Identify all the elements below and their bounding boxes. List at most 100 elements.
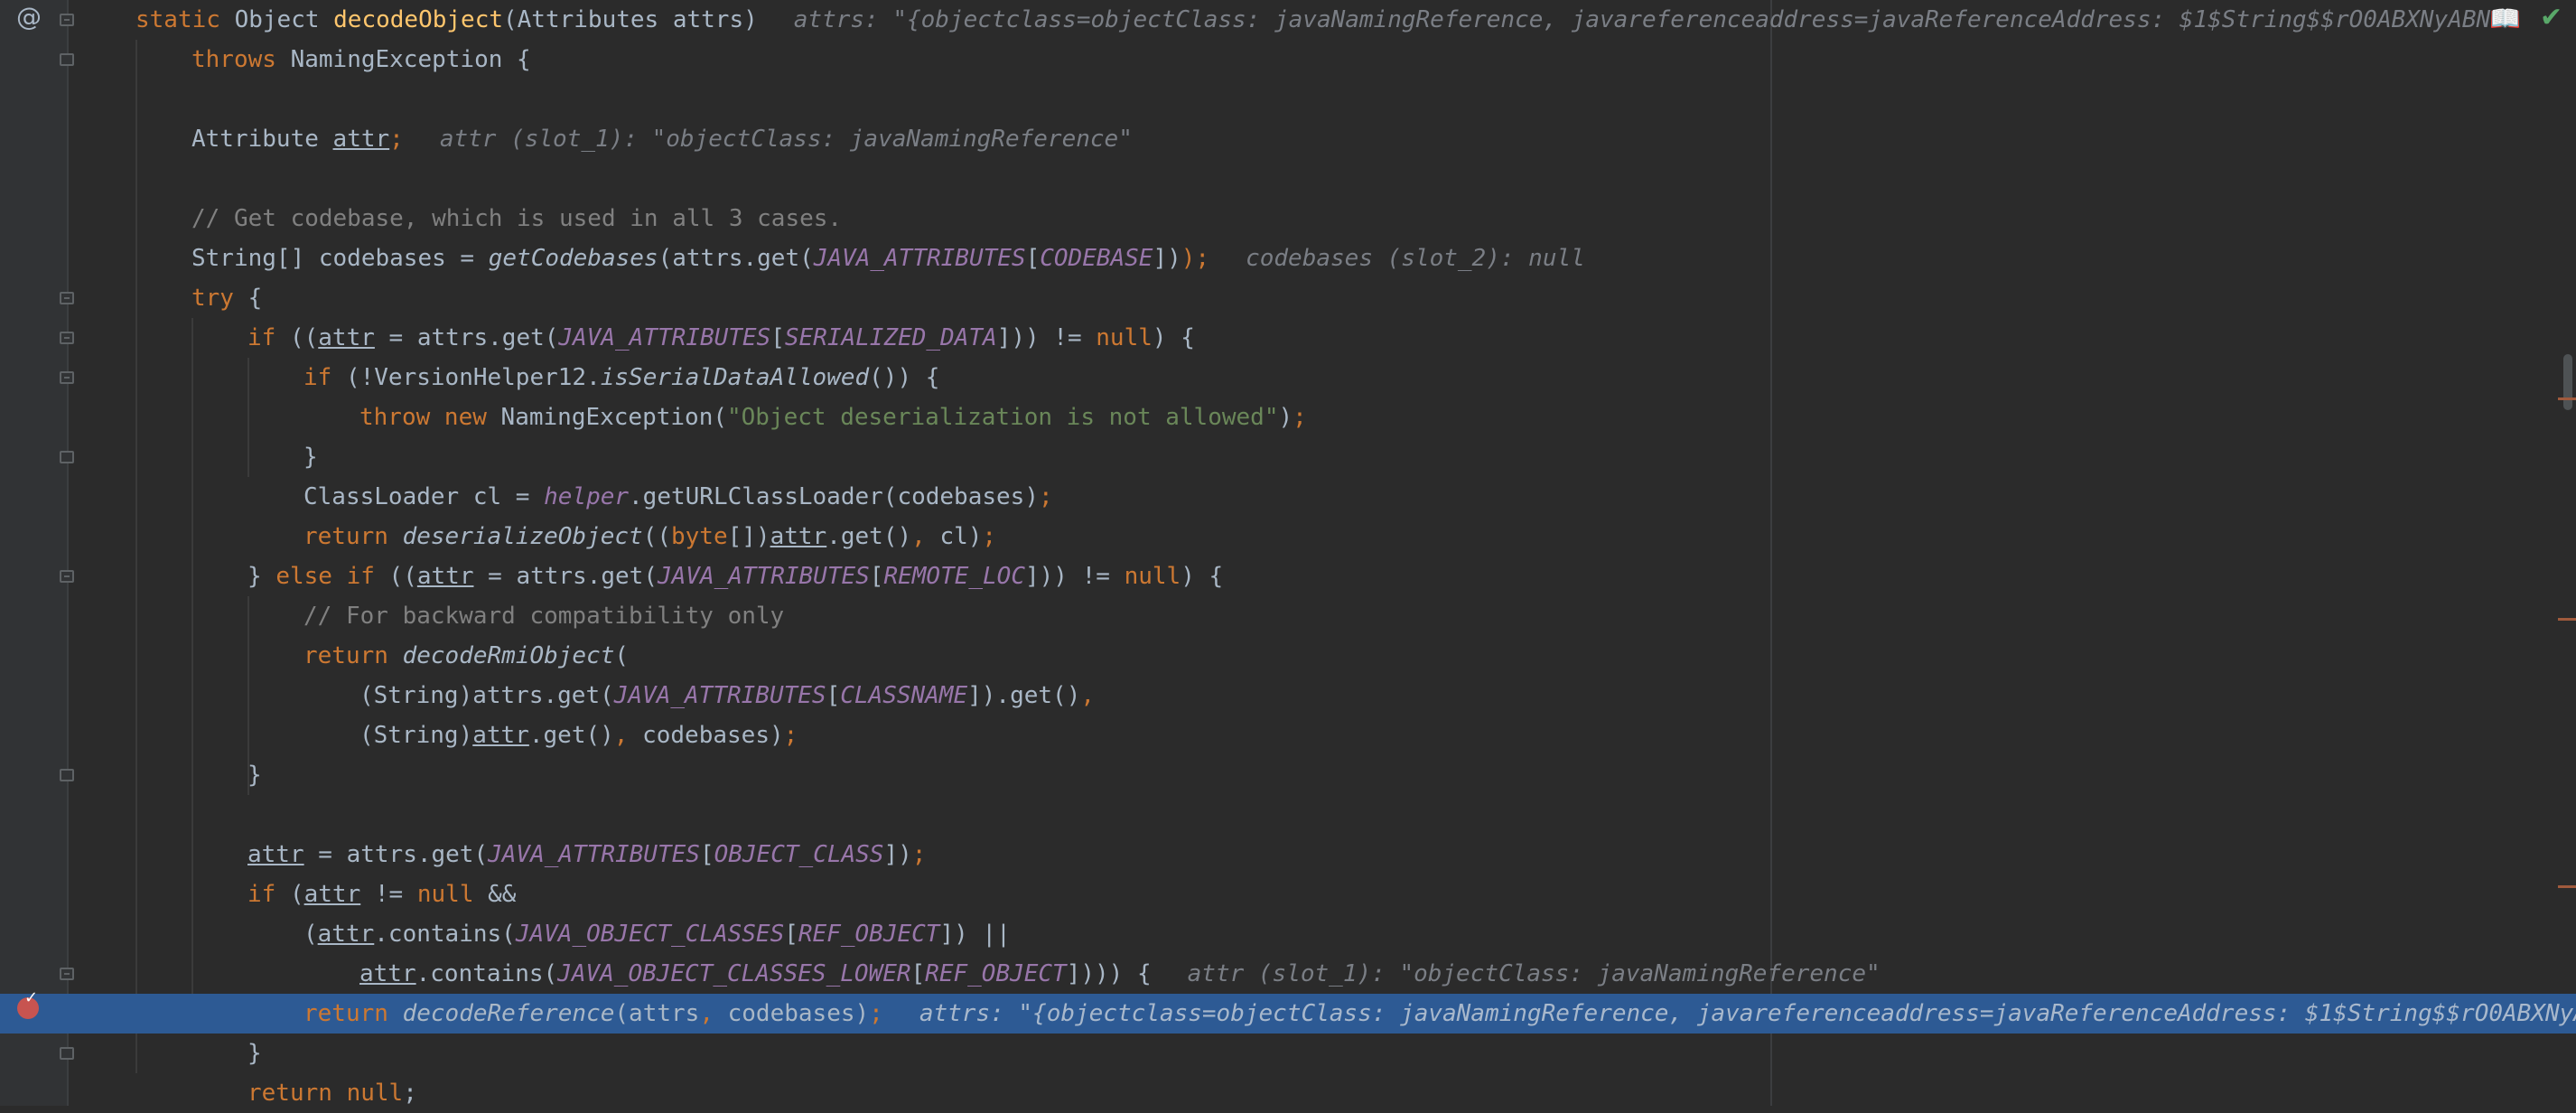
token: REMOTE_LOC (883, 563, 1025, 590)
inline-debug-value[interactable]: attrs: "{objectclass=objectClass: javaNa… (794, 6, 2490, 33)
token: } (247, 762, 262, 789)
code-line[interactable]: (attr.contains(JAVA_OBJECT_CLASSES[REF_O… (0, 914, 2576, 954)
token: = attrs.get( (303, 841, 489, 868)
token: , (613, 722, 643, 749)
inline-debug-value[interactable]: attrs: "{objectclass=objectClass: javaNa… (919, 1000, 2576, 1027)
fold-end-icon[interactable] (60, 769, 74, 781)
token: (!VersionHelper12. (345, 364, 601, 391)
token: && (488, 881, 517, 908)
code-text: ClassLoader cl = helper.getURLClassLoade… (303, 477, 1053, 517)
code-text: try { (191, 278, 262, 318)
token: [ (770, 324, 785, 351)
token: ; (1038, 483, 1053, 510)
code-line[interactable]: } (0, 755, 2576, 795)
fold-collapse-icon[interactable] (60, 332, 74, 344)
token: attr (247, 841, 304, 868)
token: (( (289, 324, 319, 351)
current-execution-line[interactable]: return decodeReference(attrs, codebases)… (0, 994, 2576, 1034)
code-line[interactable]: return deserializeObject((byte[])attr.ge… (0, 517, 2576, 556)
code-line[interactable]: throw new NamingException("Object deseri… (0, 398, 2576, 437)
token: JAVA_OBJECT_CLASSES_LOWER (557, 960, 911, 987)
fold-collapse-icon[interactable] (60, 371, 74, 384)
code-text: return deserializeObject((byte[])attr.ge… (303, 517, 996, 556)
error-stripe-mark[interactable] (2558, 885, 2576, 888)
code-line[interactable]: } (0, 437, 2576, 477)
token: attr (303, 881, 361, 908)
code-line[interactable]: } else if ((attr = attrs.get(JAVA_ATTRIB… (0, 556, 2576, 596)
code-line[interactable]: if ((attr = attrs.get(JAVA_ATTRIBUTES[SE… (0, 318, 2576, 358)
code-line[interactable]: attr.contains(JAVA_OBJECT_CLASSES_LOWER[… (0, 954, 2576, 994)
code-line[interactable]: return null; (0, 1073, 2576, 1113)
token: throws (191, 46, 291, 73)
annotation-at-icon[interactable]: @ (16, 2, 42, 32)
error-stripe-mark[interactable] (2558, 398, 2576, 400)
token: ]).get() (967, 682, 1081, 709)
inline-debug-value[interactable]: codebases (slot_2): null (1246, 245, 1585, 272)
code-line[interactable]: if (attr != null && (0, 874, 2576, 914)
code-text: throw new NamingException("Object deseri… (359, 398, 1307, 437)
token: ]) (1153, 245, 1181, 272)
fold-collapse-icon[interactable] (60, 292, 74, 304)
token: JAVA_ATTRIBUTES (558, 324, 771, 351)
code-line[interactable]: // For backward compatibility only (0, 596, 2576, 636)
code-editor[interactable]: static Object decodeObject(Attributes at… (0, 0, 2576, 1107)
code-text: } else if ((attr = attrs.get(JAVA_ATTRIB… (247, 556, 1223, 596)
token: ; (869, 1000, 883, 1027)
token: try (191, 285, 248, 312)
code-line[interactable] (0, 159, 2576, 199)
fold-collapse-icon[interactable] (60, 968, 74, 980)
fold-end-icon[interactable] (60, 1047, 74, 1060)
token: NamingException( (500, 404, 727, 431)
token: } (247, 563, 276, 590)
code-line[interactable]: } (0, 1034, 2576, 1073)
token: byte (671, 523, 728, 550)
code-line[interactable]: throws NamingException { (0, 40, 2576, 80)
code-text: attr = attrs.get(JAVA_ATTRIBUTES[OBJECT_… (247, 835, 926, 874)
token: [ (784, 921, 798, 948)
token: ) (1278, 404, 1293, 431)
code-text: } (303, 437, 318, 477)
code-line[interactable]: (String)attr.get(), codebases); (0, 716, 2576, 755)
code-line[interactable]: try { (0, 278, 2576, 318)
fold-end-icon[interactable] (60, 53, 74, 66)
code-line[interactable]: ClassLoader cl = helper.getURLClassLoade… (0, 477, 2576, 517)
code-line[interactable] (0, 795, 2576, 835)
token: // Get codebase, which is used in all 3 … (191, 205, 843, 232)
error-stripe-mark[interactable] (2558, 618, 2576, 621)
token: ()) { (869, 364, 940, 391)
code-text: String[] codebases = getCodebases(attrs.… (191, 238, 1585, 278)
inspection-ok-icon[interactable]: ✔ (2540, 2, 2562, 33)
code-line[interactable]: attr = attrs.get(JAVA_ATTRIBUTES[OBJECT_… (0, 835, 2576, 874)
code-line[interactable] (0, 80, 2576, 119)
breakpoint-check-icon[interactable] (17, 988, 39, 1019)
code-line[interactable]: static Object decodeObject(Attributes at… (0, 0, 2576, 40)
token: decodeReference (402, 1000, 615, 1027)
token: .get() (528, 722, 614, 749)
token: return (303, 642, 403, 669)
token: NamingException { (290, 46, 531, 73)
code-line[interactable]: String[] codebases = getCodebases(attrs.… (0, 238, 2576, 278)
token: ; (1293, 404, 1307, 431)
token: JAVA_ATTRIBUTES (488, 841, 700, 868)
token: (String) (359, 722, 473, 749)
code-line[interactable]: (String)attrs.get(JAVA_ATTRIBUTES[CLASSN… (0, 676, 2576, 716)
code-line[interactable]: Attribute attr; attr (slot_1): "objectCla… (0, 119, 2576, 159)
inline-debug-value[interactable]: attr (slot_1): "objectClass: javaNamingR… (440, 126, 1133, 153)
code-line[interactable]: return decodeRmiObject( (0, 636, 2576, 676)
scrollbar-thumb[interactable] (2563, 354, 2572, 410)
token: ]))) { (1066, 960, 1152, 987)
code-line[interactable]: if (!VersionHelper12.isSerialDataAllowed… (0, 358, 2576, 398)
token: { (247, 285, 263, 312)
fold-end-icon[interactable] (60, 451, 74, 463)
inline-debug-value[interactable]: attr (slot_1): "objectClass: javaNamingR… (1188, 960, 1881, 987)
token: ])) != (1025, 563, 1125, 590)
fold-collapse-icon[interactable] (60, 570, 74, 583)
token: cl) (939, 523, 983, 550)
fold-collapse-icon[interactable] (60, 14, 74, 26)
token: ; (982, 523, 997, 550)
token: OBJECT_CLASS (714, 841, 884, 868)
token: [ (699, 841, 714, 868)
code-text: throws NamingException { (191, 40, 531, 80)
code-line[interactable]: // Get codebase, which is used in all 3 … (0, 199, 2576, 238)
reader-mode-icon[interactable]: 📖 (2489, 4, 2521, 33)
